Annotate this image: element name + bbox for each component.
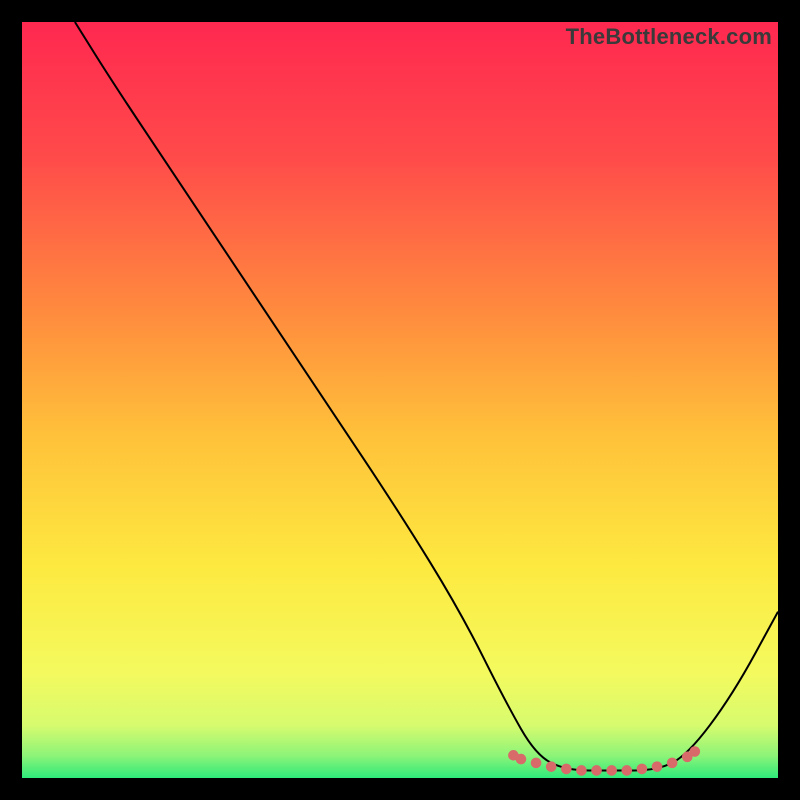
marker-dot [652, 761, 663, 772]
marker-dot [591, 765, 602, 776]
marker-dot [622, 765, 633, 776]
chart-frame: TheBottleneck.com [0, 0, 800, 800]
plot-area: TheBottleneck.com [22, 22, 778, 778]
marker-dot [576, 765, 587, 776]
marker-dot [546, 761, 557, 772]
bottleneck-curve-path [75, 22, 778, 770]
marker-dot [531, 758, 542, 769]
marker-dot [561, 764, 572, 775]
marker-dot [516, 754, 527, 765]
curve-layer [22, 22, 778, 778]
marker-dot [606, 765, 617, 776]
marker-dot [667, 758, 678, 769]
marker-dot [637, 764, 648, 775]
marker-dot [690, 746, 701, 757]
